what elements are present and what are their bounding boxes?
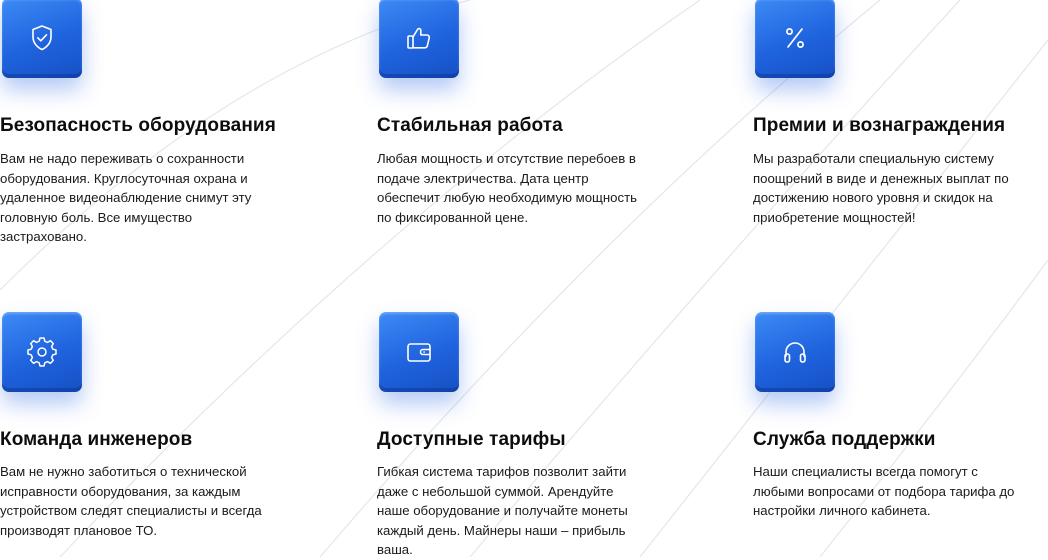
thumbs-up-icon [407, 27, 431, 49]
feature-card-support: Служба поддержки Наши специалисты всегда… [753, 312, 1048, 552]
feature-title: Премии и вознаграждения [753, 115, 1006, 136]
feature-icon-tile [379, 312, 459, 392]
feature-title: Служба поддержки [753, 429, 936, 450]
description-line: Наши специалисты всегда помогут с [753, 464, 978, 479]
description-line: по фиксированной цене. [377, 209, 529, 225]
feature-description: Гибкая система тарифов позволит зайти да… [377, 462, 677, 560]
description-line: оборудования. Круглосуточная охрана и [0, 170, 248, 186]
description-line: подаче электричества. Дата центр [377, 170, 589, 186]
feature-description: Вам не нужно заботиться о технической ис… [0, 462, 320, 540]
feature-card-stability: Стабильная работа Любая мощность и отсут… [377, 0, 677, 260]
feature-icon-tile [2, 312, 82, 392]
description-line: Любая мощность и отсутствие перебоев в [377, 151, 636, 166]
headphones-icon [784, 342, 806, 363]
feature-icon-tile [755, 312, 835, 392]
feature-icon-tile [2, 0, 82, 78]
description-line: Вам не нужно заботиться о технической [0, 464, 247, 479]
shield-check-icon [32, 25, 52, 51]
feature-title: Безопасность оборудования [0, 115, 276, 136]
description-line: настройки личного кабинета. [753, 503, 931, 519]
description-line: приобретение мощностей! [753, 209, 916, 225]
description-line: наше оборудование и получайте монеты [377, 503, 628, 519]
description-line: достижению нового уровня и скидок на [753, 190, 993, 206]
feature-card-security: Безопасность оборудования Вам не надо пе… [0, 0, 300, 260]
description-line: даже с небольшой суммой. Арендуйте [377, 483, 614, 499]
feature-title: Стабильная работа [377, 115, 563, 136]
feature-card-engineers: Команда инженеров Вам не нужно заботитьс… [0, 312, 300, 552]
feature-description: Наши специалисты всегда помогут с любыми… [753, 462, 1048, 521]
description-line: устройством следят специалисты и всегда [0, 503, 262, 519]
wallet-icon [407, 343, 431, 362]
features-grid: Безопасность оборудования Вам не надо пе… [0, 0, 1048, 557]
gear-icon [27, 337, 57, 367]
description-line: Мы разработали специальную систему [753, 151, 994, 166]
feature-card-rewards: Премии и вознаграждения Мы разработали с… [753, 0, 1048, 260]
description-line: исправности оборудования, за каждым [0, 483, 241, 499]
description-line: ваша. [377, 542, 413, 558]
description-line: каждый день. Майнеры наши – прибыль [377, 522, 626, 538]
description-line: Вам не надо переживать о сохранности [0, 151, 245, 166]
feature-description: Любая мощность и отсутствие перебоев в п… [377, 149, 697, 227]
description-line: обеспечит любую необходимую мощность [377, 190, 637, 206]
feature-card-tariffs: Доступные тарифы Гибкая система тарифов … [377, 312, 677, 557]
description-line: поощрений в виде и денежных выплат по [753, 170, 1009, 186]
description-line: Гибкая система тарифов позволит зайти [377, 464, 627, 479]
percent-icon [786, 28, 804, 48]
feature-description: Вам не надо переживать о сохранности обо… [0, 149, 310, 247]
feature-description: Мы разработали специальную систему поощр… [753, 149, 1048, 227]
description-line: удаленное видеонаблюдение снимут эту [0, 190, 252, 206]
description-line: производят плановое ТО. [0, 522, 158, 538]
feature-title: Команда инженеров [0, 429, 193, 450]
feature-icon-tile [755, 0, 835, 78]
description-line: головную боль. Все имущество [0, 209, 193, 225]
description-line: любыми вопросами от подбора тарифа до [753, 483, 1015, 499]
description-line: застраховано. [0, 229, 87, 245]
feature-title: Доступные тарифы [377, 429, 566, 450]
feature-icon-tile [379, 0, 459, 78]
